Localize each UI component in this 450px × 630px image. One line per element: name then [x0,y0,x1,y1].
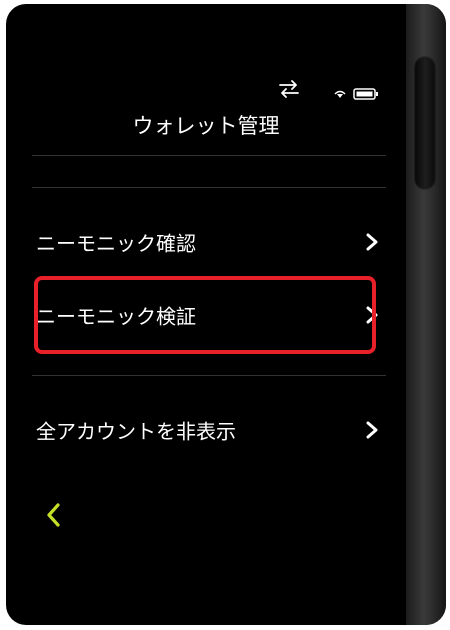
page-title: ウォレット管理 [132,114,280,138]
device-frame: ウォレット管理 ニーモニック確認 ニーモニック検証 全アカウントを非表示 [6,4,446,625]
menu-item-verify-mnemonic[interactable]: ニーモニック検証 [32,285,386,345]
divider [32,187,386,188]
chevron-right-icon [366,306,378,324]
menu-item-view-mnemonic[interactable]: ニーモニック確認 [32,212,386,272]
menu-item-label: ニーモニック確認 [36,231,196,256]
sync-icon [279,80,299,98]
wifi-icon [334,90,346,98]
back-button[interactable] [42,500,66,530]
chevron-right-icon [366,421,378,439]
menu-item-hide-all-accounts[interactable]: 全アカウントを非表示 [32,400,386,460]
menu-item-label: ニーモニック検証 [36,304,196,329]
chevron-left-icon [47,503,60,527]
divider [32,375,386,376]
battery-icon [353,88,378,100]
divider [32,155,386,156]
screen: ウォレット管理 ニーモニック確認 ニーモニック検証 全アカウントを非表示 [6,4,406,625]
menu-item-label: 全アカウントを非表示 [36,419,236,444]
chevron-right-icon [366,233,378,251]
device-side-button[interactable] [414,56,436,190]
device-side-rail [406,4,446,625]
